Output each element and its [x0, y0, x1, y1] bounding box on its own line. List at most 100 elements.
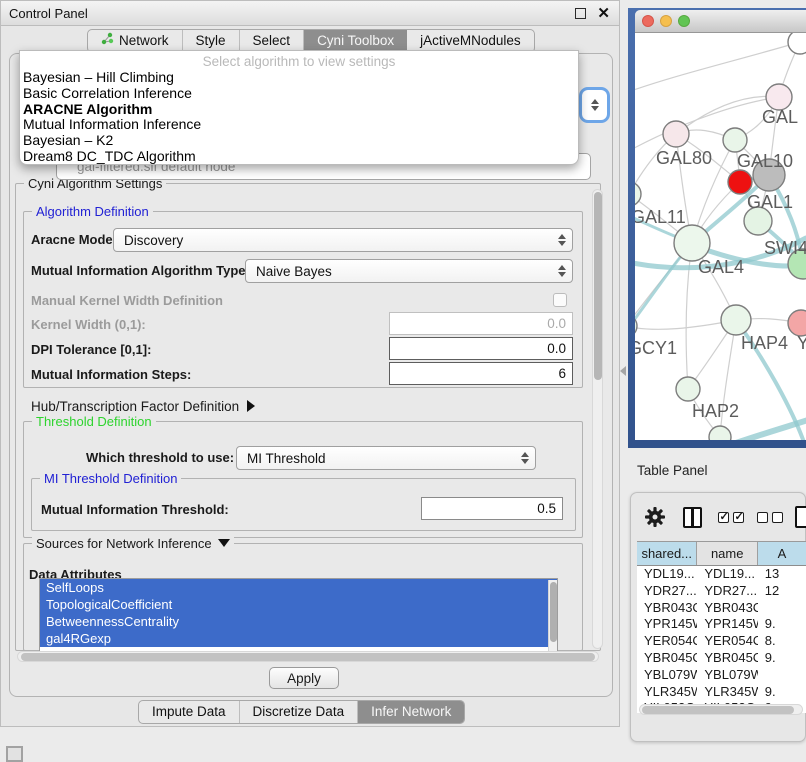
table-cell: 9.	[758, 684, 806, 701]
table-horizontal-scrollbar[interactable]	[639, 704, 803, 715]
algorithm-dropdown-popup: Select algorithm to view settings Bayesi…	[19, 50, 579, 165]
network-view-window: GALGAL80GAL10GAL1GAL11SWI4GAL4GCY1HAP4YH…	[628, 8, 806, 448]
panel-splitter-arrow-icon[interactable]	[620, 366, 626, 376]
node-label-hap2: HAP2	[692, 401, 739, 421]
node-label-gal11: GAL11	[635, 207, 686, 227]
table-panel-window: shared...nameA YDL19...YDL19...13YDR27..…	[630, 492, 806, 742]
network-node-gal10[interactable]	[723, 128, 747, 152]
combo-up-arrow-icon	[591, 99, 599, 104]
attribute-item-betweennesscentrality[interactable]: BetweennessCentrality	[40, 613, 557, 630]
network-node-gal80[interactable]	[663, 121, 689, 147]
network-node-hap4[interactable]	[721, 305, 751, 335]
unchecked-boxes-icon[interactable]	[757, 512, 787, 527]
table-row[interactable]: YBR043CYBR043C	[637, 600, 806, 617]
table-row[interactable]: YER054CYER054C8.	[637, 633, 806, 650]
table-row[interactable]: YDR27...YDR27...12	[637, 583, 806, 600]
tab-network[interactable]: Network	[88, 30, 183, 52]
apply-button[interactable]: Apply	[269, 667, 339, 689]
table-panel-title: Table Panel	[637, 463, 708, 478]
network-node-gal1[interactable]	[728, 170, 752, 194]
column-header-shared[interactable]: shared...	[637, 542, 697, 565]
mi-type-value: Naive Bayes	[246, 264, 552, 279]
mi-threshold-label: Mutual Information Threshold:	[41, 498, 229, 522]
bottom-tab-discretize-data[interactable]: Discretize Data	[240, 701, 359, 723]
close-icon[interactable]: ✕	[597, 3, 610, 24]
mac-zoom-icon[interactable]	[678, 15, 690, 27]
table-cell: YBR045C	[697, 650, 757, 667]
mac-minimize-icon[interactable]	[660, 15, 672, 27]
dpi-tolerance-label: DPI Tolerance [0,1]:	[31, 338, 151, 362]
attribute-item-selfloops[interactable]: SelfLoops	[40, 579, 557, 596]
table-row[interactable]: YLR345WYLR345W9.	[637, 684, 806, 701]
network-canvas[interactable]: GALGAL80GAL10GAL1GAL11SWI4GAL4GCY1HAP4YH…	[635, 33, 806, 440]
tab-select[interactable]: Select	[240, 30, 305, 52]
two-columns-icon[interactable]	[683, 507, 702, 528]
data-attributes-list[interactable]: SelfLoopsTopologicalCoefficientBetweenne…	[39, 578, 558, 653]
which-threshold-combo[interactable]: MI Threshold	[236, 446, 536, 470]
algorithm-option-dream8-dc-tdc-algorithm[interactable]: Dream8 DC_TDC Algorithm	[20, 149, 578, 165]
attributes-list-scrollbar[interactable]	[548, 580, 557, 651]
network-node-hap2[interactable]	[676, 377, 700, 401]
control-panel-titlebar: Control Panel ✕	[1, 1, 619, 26]
bottom-tab-label: Infer Network	[371, 701, 451, 723]
table-cell: YBR043C	[697, 600, 757, 617]
attribute-item-gal4rgexp[interactable]: gal4RGexp	[40, 630, 557, 647]
bottom-tab-label: Impute Data	[152, 701, 226, 723]
algorithm-option-aracne-algorithm[interactable]: ARACNE Algorithm	[20, 102, 578, 118]
algorithm-option-bayesian-k2[interactable]: Bayesian – K2	[20, 133, 578, 149]
column-header-a[interactable]: A	[758, 542, 806, 565]
column-header-name[interactable]: name	[697, 542, 757, 565]
manual-kernel-checkbox[interactable]	[553, 293, 567, 307]
mi-type-label: Mutual Information Algorithm Type:	[31, 259, 250, 283]
node-label-swi4: SWI4	[764, 238, 806, 258]
network-window-titlebar[interactable]	[635, 10, 806, 33]
table-cell: 8.	[758, 633, 806, 650]
network-node[interactable]	[788, 33, 806, 54]
manual-kernel-label: Manual Kernel Width Definition	[31, 289, 223, 313]
algorithm-popup-items: Bayesian – Hill ClimbingBasic Correlatio…	[20, 70, 578, 165]
table-cell: YDR27...	[637, 583, 697, 600]
settings-horizontal-scrollbar[interactable]	[17, 651, 599, 662]
tab-jactivemnodules[interactable]: jActiveMNodules	[407, 30, 534, 52]
sources-legend[interactable]: Sources for Network Inference	[32, 536, 234, 551]
table-cell: YER054C	[637, 633, 697, 650]
node-label-gcy1: GCY1	[635, 338, 677, 358]
attribute-item-topologicalcoefficient[interactable]: TopologicalCoefficient	[40, 596, 557, 613]
network-icon	[101, 30, 114, 52]
mac-close-icon[interactable]	[642, 15, 654, 27]
algorithm-option-bayesian-hill-climbing[interactable]: Bayesian – Hill Climbing	[20, 70, 578, 86]
mi-threshold-input[interactable]: 0.5	[421, 497, 563, 520]
algorithm-option-basic-correlation-inference[interactable]: Basic Correlation Inference	[20, 86, 578, 102]
control-panel-window: Control Panel ✕ Network Style SelectCyni T…	[0, 0, 620, 727]
table-rows: YDL19...YDL19...13YDR27...YDR27...12YBR0…	[637, 566, 806, 713]
table-row[interactable]: YPR145WYPR145W9.	[637, 616, 806, 633]
bottom-tab-label: Discretize Data	[253, 701, 345, 723]
bottom-tab-impute-data[interactable]: Impute Data	[139, 701, 240, 723]
cyni-bottom-tab-strip: Impute Data Discretize Data Infer Network	[138, 700, 465, 724]
table-row[interactable]: YBL079WYBL079W	[637, 667, 806, 684]
bottom-left-widget-icon[interactable]	[6, 746, 23, 762]
algorithm-popup-prompt: Select algorithm to view settings	[20, 53, 578, 70]
tab-cyni-toolbox[interactable]: Cyni Toolbox	[304, 30, 407, 52]
table-row[interactable]: YDL19...YDL19...13	[637, 566, 806, 583]
table-cell: YPR145W	[637, 616, 697, 633]
network-node-gal4[interactable]	[674, 225, 710, 261]
control-panel-title: Control Panel	[9, 1, 88, 26]
settings-vertical-scrollbar[interactable]	[592, 189, 603, 649]
aracne-mode-combo[interactable]: Discovery	[113, 228, 573, 252]
tab-label: Style	[196, 30, 226, 52]
algorithm-combo-arrow-button[interactable]	[582, 90, 607, 120]
dpi-tolerance-input[interactable]: 0.0	[389, 337, 573, 360]
tab-style[interactable]: Style	[183, 30, 240, 52]
checked-boxes-icon[interactable]	[718, 512, 748, 527]
mi-steps-input[interactable]: 6	[389, 362, 573, 385]
mi-type-combo[interactable]: Naive Bayes	[245, 259, 573, 283]
table-row[interactable]: YBR045CYBR045C9.	[637, 650, 806, 667]
algorithm-option-mutual-information-inference[interactable]: Mutual Information Inference	[20, 117, 578, 133]
document-icon[interactable]	[795, 506, 806, 528]
float-window-icon[interactable]	[575, 8, 586, 19]
bottom-tab-infer-network[interactable]: Infer Network	[358, 701, 464, 723]
gear-icon[interactable]	[645, 507, 665, 530]
kernel-width-input[interactable]: 0.0	[389, 312, 573, 335]
table-cell: YLR345W	[697, 684, 757, 701]
